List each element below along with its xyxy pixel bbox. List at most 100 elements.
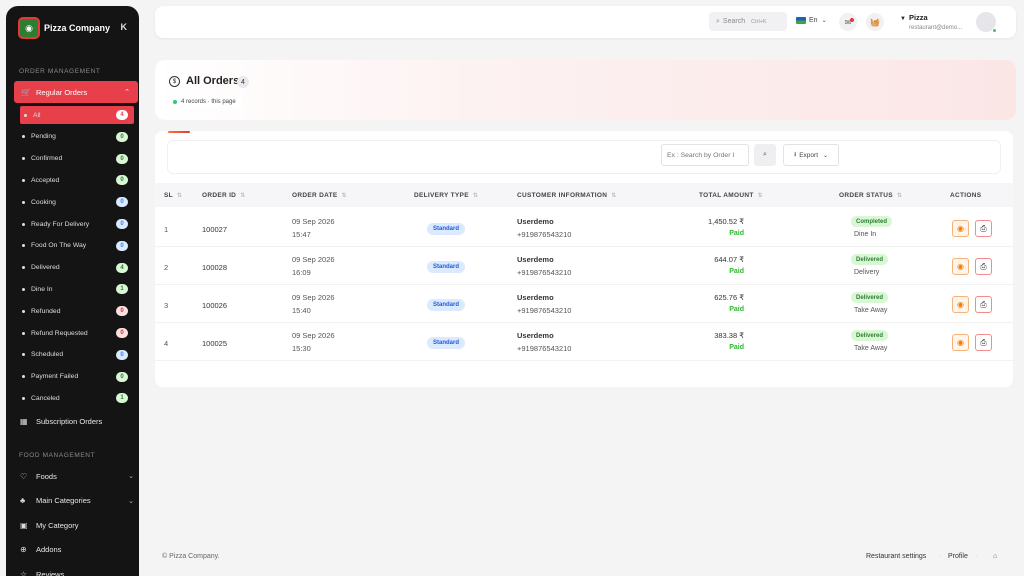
export-button[interactable]: ⭳ Export ⌄ xyxy=(783,144,839,166)
customer-name[interactable]: Userdemo xyxy=(517,255,554,264)
print-invoice-button[interactable]: ⎙ xyxy=(975,258,992,275)
column-header[interactable]: TOTAL AMOUNT ⇅ xyxy=(699,192,763,199)
column-header[interactable]: DELIVERY TYPE ⇅ xyxy=(414,192,478,199)
count-badge: 0 xyxy=(116,371,128,382)
sort-icon[interactable]: ⇅ xyxy=(240,193,245,199)
home-icon[interactable]: ⌂ xyxy=(993,553,997,560)
sidebar-subitem[interactable]: Pending 0 xyxy=(18,128,128,146)
order-status-badge: Delivered xyxy=(851,292,889,303)
sidebar-subitem[interactable]: Refunded 0 xyxy=(18,302,128,320)
cart-button[interactable]: 🧺 xyxy=(866,13,884,31)
sidebar-item-food[interactable]: ⊕ Addons xyxy=(20,540,134,560)
sidebar-subitem[interactable]: Scheduled 0 xyxy=(18,346,128,364)
order-id-link[interactable]: 100027 xyxy=(202,225,227,234)
orders-count-badge: 4 xyxy=(237,76,249,88)
avatar[interactable] xyxy=(976,12,997,33)
table-row: 1 100027 09 Sep 2026 15:47 Standard Userdemo +… xyxy=(155,209,1013,247)
print-invoice-button[interactable]: ⎙ xyxy=(975,334,992,351)
sidebar-subitem[interactable]: All 4 xyxy=(20,106,134,124)
row-sl: 4 xyxy=(164,339,169,348)
customer-name[interactable]: Userdemo xyxy=(517,331,554,340)
calendar-icon: ▦ xyxy=(20,416,28,426)
customer-name[interactable]: Userdemo xyxy=(517,293,554,302)
categories-icon: ♣ xyxy=(20,496,26,505)
bullet-icon xyxy=(22,309,25,313)
user-menu[interactable]: ▼ Pizza restaurant@demo... xyxy=(900,13,962,31)
order-status-badge: Completed xyxy=(851,216,893,227)
language-selector[interactable]: En ⌄ xyxy=(796,17,827,24)
sidebar-subitem[interactable]: Refund Requested 0 xyxy=(18,324,128,342)
sort-icon[interactable]: ⇅ xyxy=(473,193,478,199)
sidebar-subitem[interactable]: Accepted 0 xyxy=(18,171,128,189)
sidebar-subitem[interactable]: Canceled 1 xyxy=(18,389,128,407)
sort-icon[interactable]: ⇅ xyxy=(177,193,182,199)
order-time: 15:30 xyxy=(292,344,311,353)
chevron-down-icon: ⌄ xyxy=(821,18,827,24)
caret-down-icon: ▼ xyxy=(900,16,906,22)
print-invoice-button[interactable]: ⎙ xyxy=(975,296,992,313)
sort-icon[interactable]: ⇅ xyxy=(342,193,347,199)
print-invoice-button[interactable]: ⎙ xyxy=(975,220,992,237)
accent-bar xyxy=(168,131,190,133)
chevron-down-icon: ⌄ xyxy=(128,497,134,505)
sidebar-subitem-label: Scheduled xyxy=(31,351,64,359)
column-header[interactable]: ORDER ID ⇅ xyxy=(202,192,246,199)
view-order-button[interactable]: ◉ xyxy=(952,220,969,237)
column-header-label: CUSTOMER INFORMATION xyxy=(517,192,608,199)
sidebar-item-subscription-orders[interactable]: ▦ Subscription Orders xyxy=(20,411,134,431)
order-id-link[interactable]: 100028 xyxy=(202,263,227,272)
sidebar-item-food[interactable]: ☆ Reviews xyxy=(20,564,134,576)
collapse-sidebar-icon[interactable]: K xyxy=(121,22,128,32)
sidebar-subitem[interactable]: Dine In 1 xyxy=(18,280,128,298)
download-icon: ⭳ xyxy=(793,150,797,158)
order-id-link[interactable]: 100025 xyxy=(202,339,227,348)
column-header[interactable]: ORDER DATE ⇅ xyxy=(292,192,347,199)
sidebar-item-regular-orders[interactable]: 🛒 Regular Orders ⌃ xyxy=(14,81,138,103)
eye-icon: ◉ xyxy=(957,224,964,233)
sidebar-item-label: Reviews xyxy=(36,569,65,576)
column-header[interactable]: ORDER STATUS ⇅ xyxy=(839,192,902,199)
orders-card: SL ⇅ ORDER ID ⇅ ORDER DATE ⇅ DELIVERY TYPE ⇅ CUS… xyxy=(155,131,1013,387)
count-badge: 0 xyxy=(116,219,128,229)
bullet-icon xyxy=(22,396,25,400)
customer-name[interactable]: Userdemo xyxy=(517,217,554,226)
brand[interactable]: ◉ Pizza Company K xyxy=(6,6,139,50)
payment-status: Paid xyxy=(729,306,744,313)
user-email: restaurant@demo... xyxy=(909,25,963,31)
search-shortcut: Ctrl+K xyxy=(751,18,767,25)
sidebar-item-label: Foods xyxy=(36,471,57,481)
view-order-button[interactable]: ◉ xyxy=(952,296,969,313)
search-submit-button[interactable]: ⌕ xyxy=(754,144,776,166)
sidebar-subitem[interactable]: Cooking 0 xyxy=(18,193,128,211)
view-order-button[interactable]: ◉ xyxy=(952,258,969,275)
order-search-input[interactable] xyxy=(661,144,749,166)
restaurant-settings-link[interactable]: Restaurant settings xyxy=(866,553,926,560)
payment-status: Paid xyxy=(729,230,744,237)
sidebar-subitem[interactable]: Ready For Delivery 0 xyxy=(18,215,128,233)
sidebar-subitem[interactable]: Payment Failed 0 xyxy=(18,368,128,386)
sort-icon[interactable]: ⇅ xyxy=(897,193,902,199)
order-time: 16:09 xyxy=(292,268,311,277)
sort-icon[interactable]: ⇅ xyxy=(758,193,763,199)
sidebar-subitem[interactable]: Delivered 4 xyxy=(18,259,128,277)
sidebar-item-food[interactable]: ▣ My Category xyxy=(20,515,134,535)
sidebar-item-food[interactable]: ♣ Main Categories ⌄ xyxy=(20,491,134,511)
messages-button[interactable]: ✉ xyxy=(839,13,857,31)
sidebar-subitem[interactable]: Confirmed 0 xyxy=(18,150,128,168)
column-header[interactable]: SL ⇅ xyxy=(164,192,182,199)
sidebar-item-food[interactable]: ♡ Foods ⌄ xyxy=(20,466,134,486)
order-id-link[interactable]: 100026 xyxy=(202,301,227,310)
global-search-button[interactable]: ⌕ Search Ctrl+K xyxy=(709,12,787,31)
view-order-button[interactable]: ◉ xyxy=(952,334,969,351)
column-header-label: SL xyxy=(164,192,173,199)
chevron-up-icon: ⌃ xyxy=(124,89,130,96)
sidebar-subitem[interactable]: Food On The Way 0 xyxy=(18,237,128,255)
brand-name: Pizza Company xyxy=(44,23,111,33)
printer-icon: ⎙ xyxy=(980,299,987,309)
column-header: ACTIONS xyxy=(950,192,981,199)
column-header[interactable]: CUSTOMER INFORMATION ⇅ xyxy=(517,192,617,199)
profile-link[interactable]: Profile xyxy=(948,553,968,560)
sort-icon[interactable]: ⇅ xyxy=(611,193,616,199)
sidebar: ◉ Pizza Company K ORDER MANAGEMENT 🛒 Reg… xyxy=(6,6,139,576)
table-row: 4 100025 09 Sep 2026 15:30 Standard Userdemo +… xyxy=(155,323,1013,361)
